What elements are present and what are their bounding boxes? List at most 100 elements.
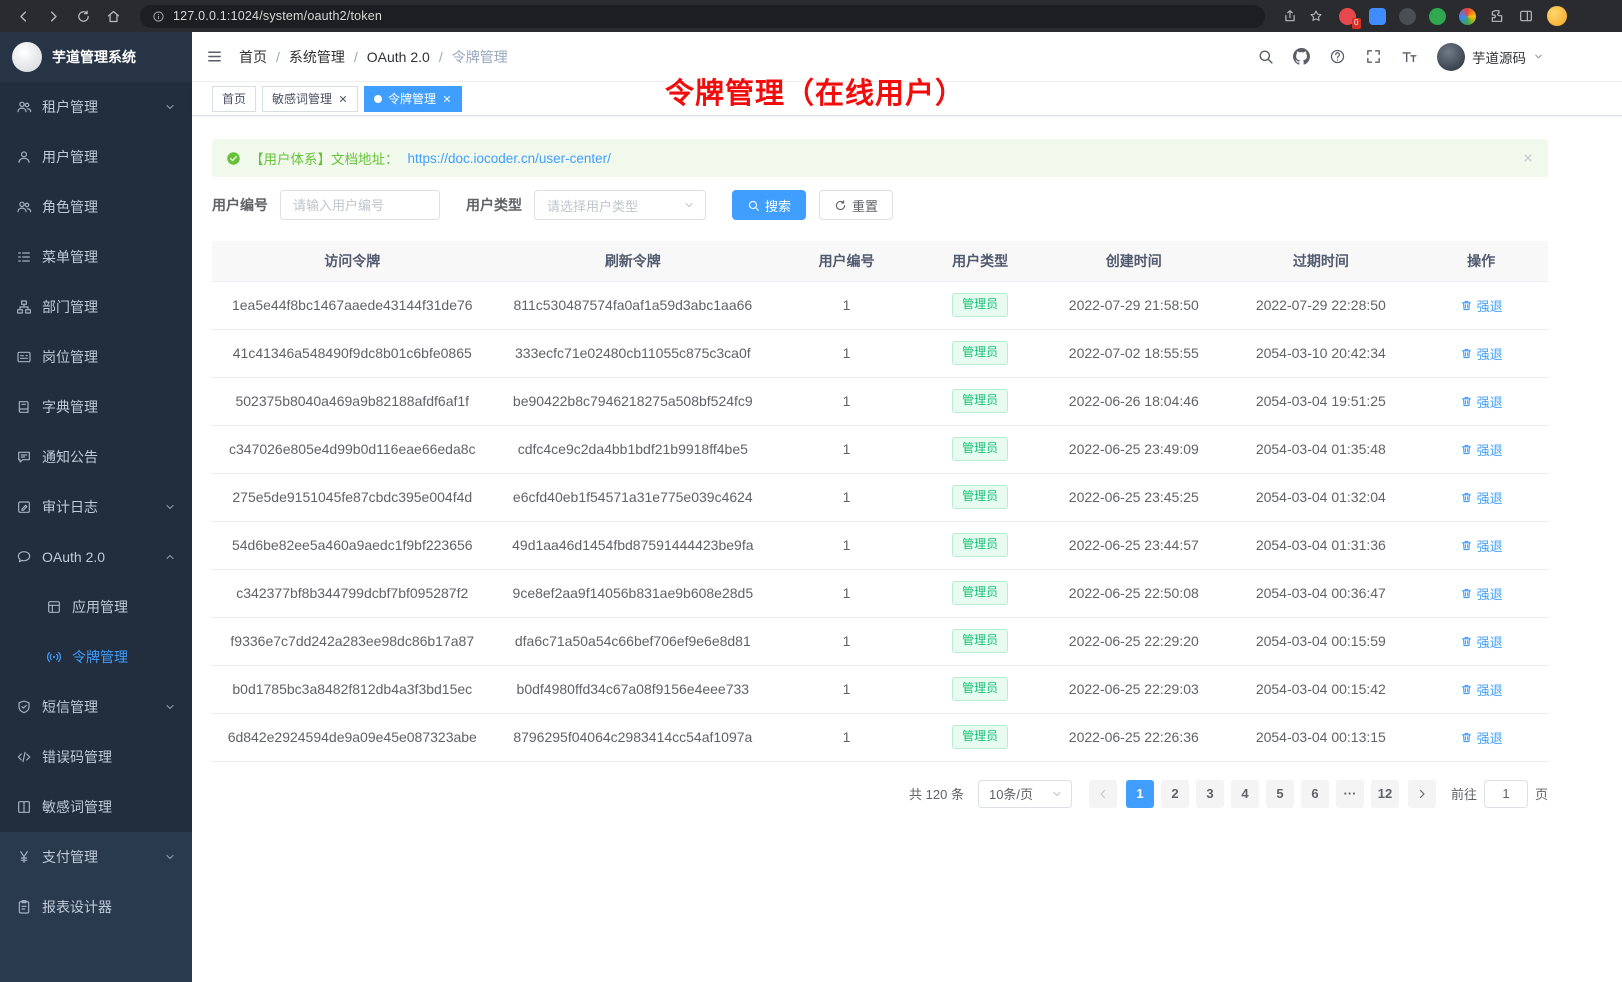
- sidebar-menu-item[interactable]: 菜单管理: [0, 232, 192, 282]
- extension-icon-5[interactable]: [1459, 8, 1476, 25]
- page-number-button[interactable]: 3: [1196, 780, 1224, 808]
- user-type-badge: 管理员: [952, 581, 1008, 605]
- page-number-button[interactable]: ···: [1336, 780, 1364, 808]
- sidebar-menu-item[interactable]: 令牌管理: [0, 632, 192, 682]
- sidebar-menu-item[interactable]: OAuth 2.0: [0, 532, 192, 582]
- browser-address-bar[interactable]: 127.0.0.1:1024/system/oauth2/token: [140, 5, 1265, 28]
- user-type-label: 用户类型: [466, 195, 522, 215]
- close-tab-icon[interactable]: [442, 94, 452, 104]
- search-button-label: 搜索: [765, 196, 791, 215]
- browser-back-button[interactable]: [10, 3, 36, 29]
- page-number-button[interactable]: 4: [1231, 780, 1259, 808]
- sidebar-menu-item[interactable]: 岗位管理: [0, 332, 192, 382]
- sidebar-collapse-icon[interactable]: [206, 48, 223, 65]
- force-logout-button[interactable]: 强退: [1460, 440, 1503, 459]
- delete-icon: [1460, 491, 1473, 504]
- expire-time-cell: 2054-03-04 01:31:36: [1227, 521, 1414, 569]
- create-time-cell: 2022-07-29 21:58:50: [1040, 281, 1227, 329]
- expire-time-cell: 2054-03-04 19:51:25: [1227, 377, 1414, 425]
- sidebar-menu-item-label: 岗位管理: [42, 347, 176, 367]
- page-number-button[interactable]: 6: [1301, 780, 1329, 808]
- force-logout-button[interactable]: 强退: [1460, 392, 1503, 411]
- sidebar-menu-item[interactable]: 支付管理: [0, 832, 192, 882]
- app-logo[interactable]: 芋道管理系统: [0, 32, 192, 82]
- breadcrumb-system[interactable]: 系统管理: [289, 47, 358, 67]
- breadcrumb-oauth[interactable]: OAuth 2.0: [367, 49, 443, 65]
- reset-button[interactable]: 重置: [819, 190, 893, 220]
- bookmark-star-icon[interactable]: [1309, 9, 1323, 23]
- alert-close-icon[interactable]: [1522, 152, 1534, 164]
- sidebar-menu-item[interactable]: 敏感词管理: [0, 782, 192, 832]
- sidebar-menu-item-label: 字典管理: [42, 397, 176, 417]
- next-page-button[interactable]: [1408, 780, 1436, 808]
- goto-page-input[interactable]: [1484, 780, 1528, 808]
- doc-link[interactable]: https://doc.iocoder.cn/user-center/: [408, 151, 611, 166]
- page-number-button[interactable]: 1: [1126, 780, 1154, 808]
- sidebar-menu-item[interactable]: 部门管理: [0, 282, 192, 332]
- page-tab[interactable]: 令牌管理: [364, 86, 462, 112]
- force-logout-label: 强退: [1477, 392, 1503, 411]
- columns-icon: [16, 799, 32, 815]
- extensions-puzzle-icon[interactable]: [1489, 8, 1505, 24]
- github-icon[interactable]: [1293, 48, 1310, 65]
- chevron-down-icon: [164, 701, 176, 713]
- font-size-icon[interactable]: [1401, 48, 1418, 65]
- browser-home-button[interactable]: [100, 3, 126, 29]
- force-logout-button[interactable]: 强退: [1460, 536, 1503, 555]
- sidebar-menu-item-label: 部门管理: [42, 297, 176, 317]
- force-logout-button[interactable]: 强退: [1460, 632, 1503, 651]
- extension-icon-3[interactable]: [1399, 8, 1416, 25]
- extension-icon-2[interactable]: [1369, 8, 1386, 25]
- page-tab[interactable]: 首页: [212, 86, 256, 112]
- sidebar-menu-item[interactable]: 应用管理: [0, 582, 192, 632]
- sidebar-menu-item[interactable]: 报表设计器: [0, 882, 192, 932]
- close-tab-icon[interactable]: [338, 94, 348, 104]
- user-id-input[interactable]: [280, 190, 440, 220]
- side-panel-icon[interactable]: [1518, 8, 1534, 24]
- force-logout-button[interactable]: 强退: [1460, 296, 1503, 315]
- chevron-down-icon: [164, 551, 176, 563]
- page-number-button[interactable]: 5: [1266, 780, 1294, 808]
- help-icon[interactable]: [1329, 48, 1346, 65]
- browser-profile-avatar[interactable]: [1547, 6, 1567, 26]
- user-type-select[interactable]: 请选择用户类型: [534, 190, 706, 220]
- prev-page-button[interactable]: [1089, 780, 1117, 808]
- user-menu[interactable]: 芋道源码: [1437, 43, 1544, 71]
- action-cell: 强退: [1414, 377, 1548, 425]
- sidebar-menu-item[interactable]: 用户管理: [0, 132, 192, 182]
- page-number-button[interactable]: 12: [1371, 780, 1399, 808]
- sidebar-menu-item[interactable]: 通知公告: [0, 432, 192, 482]
- site-info-icon[interactable]: [152, 10, 165, 23]
- expire-time-cell: 2054-03-04 01:35:48: [1227, 425, 1414, 473]
- sidebar-menu-item-label: 角色管理: [42, 197, 176, 217]
- sidebar-menu-item[interactable]: 错误码管理: [0, 732, 192, 782]
- force-logout-button[interactable]: 强退: [1460, 680, 1503, 699]
- share-icon[interactable]: [1283, 9, 1297, 23]
- header-search-icon[interactable]: [1257, 48, 1274, 65]
- force-logout-button[interactable]: 强退: [1460, 584, 1503, 603]
- table-row: c347026e805e4d99b0d116eae66eda8c cdfc4ce…: [212, 425, 1548, 473]
- browser-forward-button[interactable]: [40, 3, 66, 29]
- access-token-cell: 6d842e2924594de9a09e45e087323abe: [212, 713, 493, 761]
- breadcrumb-home[interactable]: 首页: [239, 47, 280, 67]
- force-logout-button[interactable]: 强退: [1460, 488, 1503, 507]
- column-header: 用户编号: [773, 241, 920, 281]
- page-size-select[interactable]: 10条/页: [978, 780, 1072, 808]
- page-tab[interactable]: 敏感词管理: [262, 86, 358, 112]
- extension-icon-4[interactable]: [1429, 8, 1446, 25]
- force-logout-button[interactable]: 强退: [1460, 728, 1503, 747]
- extension-icon-1[interactable]: 0: [1339, 8, 1356, 25]
- page-number-button[interactable]: 2: [1161, 780, 1189, 808]
- page-content: 【用户体系】文档地址： https://doc.iocoder.cn/user-…: [192, 116, 1622, 982]
- force-logout-button[interactable]: 强退: [1460, 344, 1503, 363]
- sidebar-menu-item[interactable]: 租户管理: [0, 82, 192, 132]
- sidebar-menu-item[interactable]: 短信管理: [0, 682, 192, 732]
- sidebar-menu-item[interactable]: 角色管理: [0, 182, 192, 232]
- sidebar-menu-item[interactable]: 字典管理: [0, 382, 192, 432]
- chevron-down-icon: [164, 851, 176, 863]
- search-button[interactable]: 搜索: [732, 190, 806, 220]
- fullscreen-icon[interactable]: [1365, 48, 1382, 65]
- browser-reload-button[interactable]: [70, 3, 96, 29]
- browser-extensions-area: 0: [1339, 6, 1567, 26]
- sidebar-menu-item[interactable]: 审计日志: [0, 482, 192, 532]
